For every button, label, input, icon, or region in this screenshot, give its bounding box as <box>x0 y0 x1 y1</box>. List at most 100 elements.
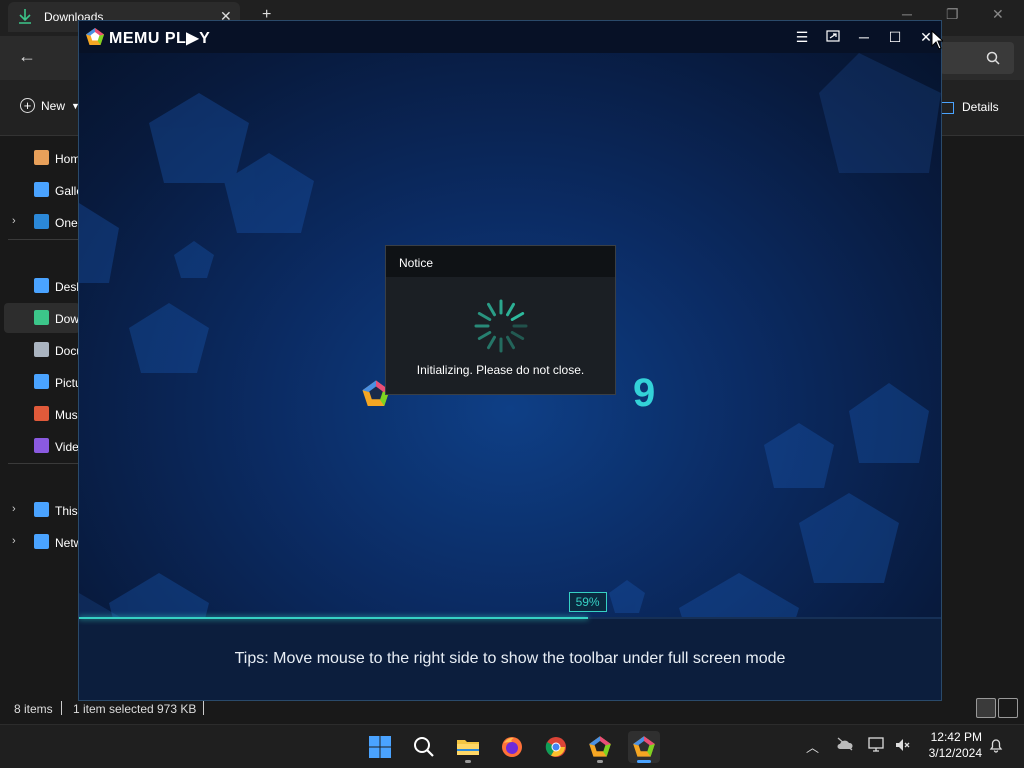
close-window-icon[interactable]: ✕ <box>992 6 1004 23</box>
progress-fill <box>79 617 588 619</box>
onedrive-offline-icon[interactable] <box>836 737 854 754</box>
spinner-spoke <box>510 331 525 340</box>
nav-item-label: Documents <box>55 344 80 358</box>
folder-icon <box>34 214 49 229</box>
folder-icon <box>34 438 49 453</box>
folder-icon <box>34 150 49 165</box>
taskbar-file-explorer[interactable] <box>452 731 484 763</box>
details-button[interactable]: Details <box>940 100 999 114</box>
search-icon <box>414 737 434 757</box>
spinner-spoke <box>477 331 492 340</box>
maximize-icon[interactable]: ☐ <box>887 29 903 45</box>
folder-icon <box>34 310 49 325</box>
active-indicator <box>637 760 651 763</box>
nav-item-label: Home <box>55 152 80 166</box>
nav-item[interactable]: Downloads <box>4 303 80 333</box>
spinner-spoke <box>506 302 515 317</box>
volume-muted-icon[interactable] <box>894 737 912 756</box>
nav-item-label: Gallery <box>55 184 80 198</box>
notice-title: Notice <box>399 256 434 270</box>
details-pane-icon <box>940 101 954 114</box>
tips-text: Tips: Move mouse to the right side to sh… <box>234 650 786 667</box>
clock-time[interactable]: 12:42 PM <box>926 730 982 744</box>
nav-item[interactable]: Pictures <box>4 367 80 397</box>
download-icon <box>18 8 32 29</box>
windows-start-icon <box>369 736 391 758</box>
status-divider <box>203 701 204 715</box>
progress-bar <box>79 617 941 619</box>
taskbar-memu[interactable] <box>628 731 660 763</box>
spinner-spoke <box>487 302 496 317</box>
folder-icon <box>34 278 49 293</box>
nav-item[interactable]: Videos <box>4 431 80 461</box>
nav-item-label: Music <box>55 408 80 422</box>
mouse-cursor-icon <box>931 29 945 55</box>
nav-item[interactable]: › This PC <box>4 495 80 525</box>
memu-title-bar[interactable]: MEMU PL▶Y ☰ ─ ☐ ✕ <box>79 21 941 53</box>
nav-item-label: Videos <box>55 440 80 454</box>
details-label: Details <box>962 100 999 114</box>
version-number: 9 <box>633 371 656 415</box>
new-button[interactable]: + New ▼ <box>20 98 80 114</box>
new-button-label: New <box>41 98 66 113</box>
nav-item[interactable]: Desktop <box>4 271 80 301</box>
search-icon <box>986 51 1000 65</box>
nav-item-label: This PC <box>55 504 80 518</box>
selection-size: 973 KB <box>157 702 197 716</box>
nav-item-label: Downloads <box>55 312 80 326</box>
notification-bell-icon[interactable] <box>988 737 1004 756</box>
selection-count: 1 item selected <box>73 702 154 716</box>
notice-message: Initializing. Please do not close. <box>416 363 585 377</box>
show-hidden-icons-chevron-icon[interactable]: ︿ <box>806 737 819 756</box>
chevron-right-icon[interactable]: › <box>12 535 16 547</box>
restore-icon[interactable]: ❐ <box>946 6 959 23</box>
network-icon[interactable] <box>868 737 886 756</box>
folder-icon <box>34 374 49 389</box>
taskbar-firefox[interactable] <box>496 731 528 763</box>
memu-brand-text: MEMU PL▶Y <box>109 30 211 47</box>
running-indicator <box>465 760 471 763</box>
taskbar-search-button[interactable] <box>408 731 440 763</box>
item-count: 8 items <box>14 702 53 716</box>
status-divider <box>61 701 62 715</box>
tiles-view-icon[interactable] <box>998 698 1018 718</box>
spinner-spoke <box>510 312 525 321</box>
folder-icon <box>34 406 49 421</box>
view-buttons <box>976 698 1020 723</box>
nav-item-label: Desktop <box>55 280 80 294</box>
chevron-right-icon[interactable]: › <box>12 503 16 515</box>
nav-divider <box>8 239 80 240</box>
details-view-icon[interactable] <box>976 698 996 718</box>
start-button[interactable] <box>364 731 396 763</box>
nav-item[interactable]: Gallery <box>4 175 80 205</box>
taskbar-chrome[interactable] <box>540 731 572 763</box>
screen-toggle-icon[interactable] <box>825 29 841 45</box>
taskbar-memu-multi[interactable] <box>584 731 616 763</box>
notice-header: Notice <box>386 246 615 277</box>
loading-spinner-icon <box>473 298 529 359</box>
chevron-right-icon[interactable]: › <box>12 215 16 227</box>
clock-date[interactable]: 3/12/2024 <box>922 746 982 760</box>
nav-item[interactable]: Music <box>4 399 80 429</box>
memu-icon <box>633 736 655 757</box>
nav-item[interactable]: Home <box>4 143 80 173</box>
nav-item[interactable]: › OneDrive <box>4 207 80 237</box>
folder-icon <box>34 182 49 197</box>
chrome-icon <box>545 737 566 757</box>
folder-icon <box>34 534 49 549</box>
minimize-icon[interactable]: ─ <box>856 29 872 45</box>
nav-item[interactable]: Documents <box>4 335 80 365</box>
taskbar: ︿ 12:42 PM 3/12/2024 <box>0 724 1024 768</box>
nav-item-label: Network <box>55 536 80 550</box>
firefox-icon <box>502 737 522 757</box>
menu-icon[interactable]: ☰ <box>794 29 810 45</box>
nav-item[interactable]: › Network <box>4 527 80 557</box>
search-box[interactable] <box>940 42 1014 74</box>
folder-icon <box>34 502 49 517</box>
running-indicator <box>597 760 603 763</box>
progress-percent: 59% <box>568 592 607 612</box>
plus-icon: + <box>20 98 35 114</box>
nav-divider <box>8 463 80 464</box>
spinner-spoke <box>506 335 515 350</box>
back-arrow-icon[interactable]: ← <box>18 46 36 67</box>
